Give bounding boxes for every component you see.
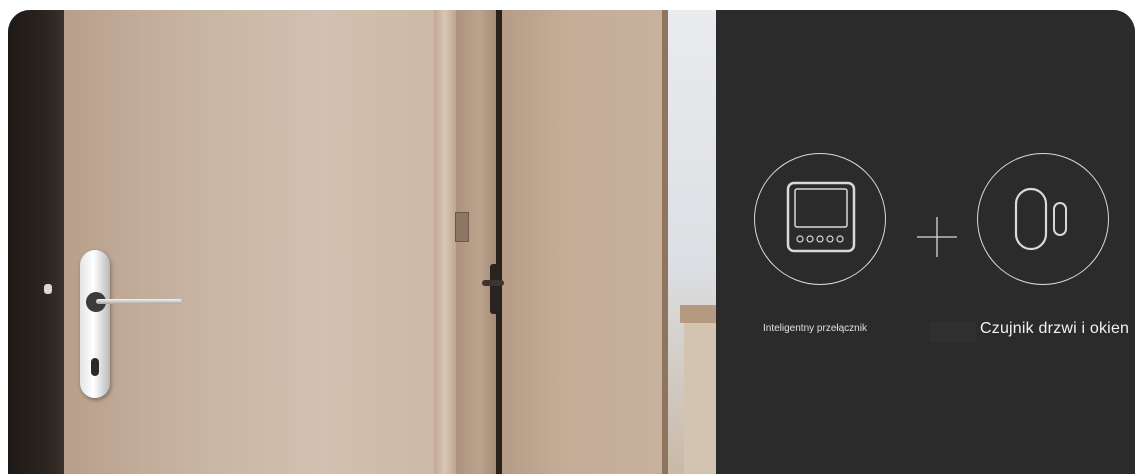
product-panel: Inteligentny przełącznik Czujnik drzwi i… — [716, 10, 1135, 474]
door-handle-right-lever — [482, 280, 504, 286]
door-frame-shadow — [8, 10, 64, 474]
door-hinge — [455, 212, 469, 242]
door-photo — [8, 10, 716, 474]
latch-dot — [44, 284, 52, 294]
door-frame-strip — [434, 10, 456, 474]
door-frame-strip-inner — [456, 10, 496, 474]
banner: Inteligentny przełącznik Czujnik drzwi i… — [8, 10, 1135, 474]
label-shadow — [930, 322, 976, 342]
door-handle-right — [490, 264, 502, 314]
stair-rail — [680, 305, 716, 323]
door-panel-left — [64, 10, 434, 474]
keyhole — [91, 358, 99, 376]
smart-switch-icon — [754, 153, 886, 285]
door-panel-right — [502, 10, 662, 474]
switch-label: Inteligentny przełącznik — [763, 323, 867, 334]
door-handle-lever — [96, 299, 182, 304]
stair-post — [684, 323, 716, 474]
door-window-sensor-icon — [977, 153, 1109, 285]
plus-icon — [917, 217, 957, 257]
sensor-label: Czujnik drzwi i okien — [980, 320, 1130, 337]
